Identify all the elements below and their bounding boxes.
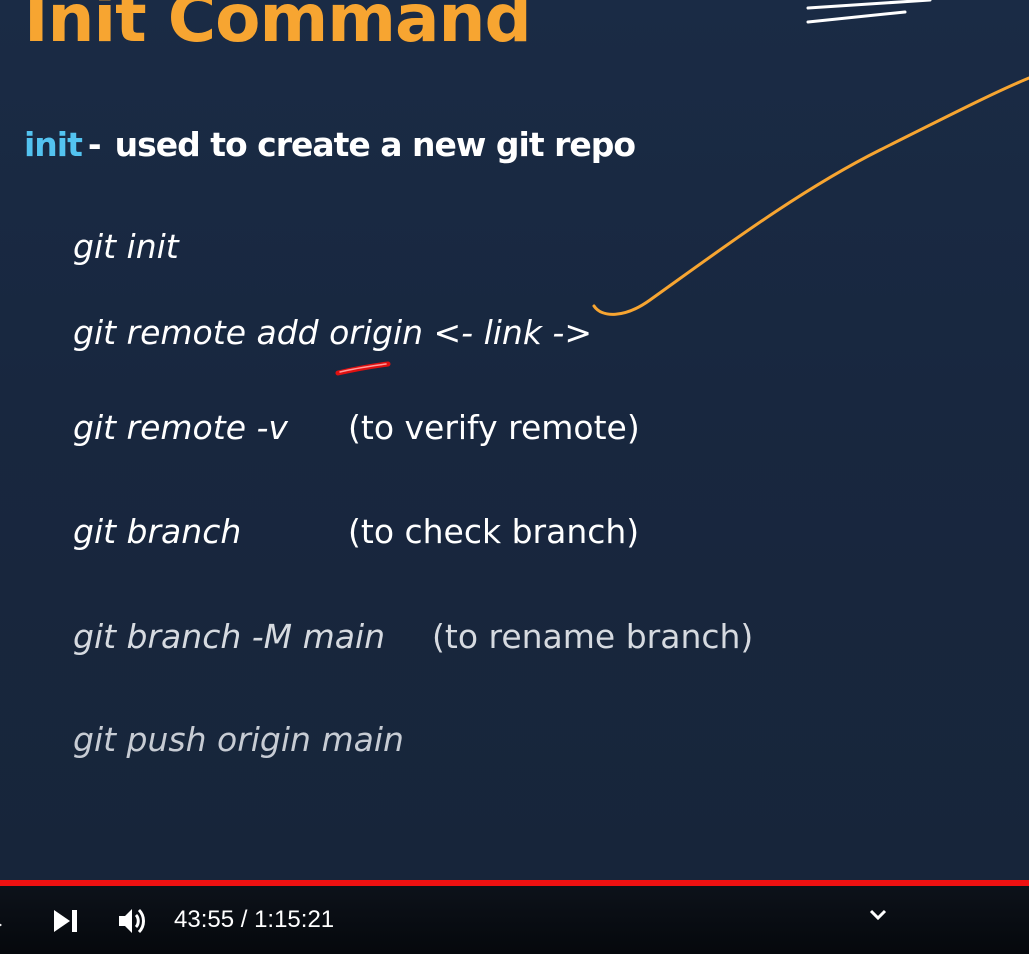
time-display: 43:55 / 1:15:21 — [174, 906, 335, 933]
white-scribble-annotation — [806, 0, 932, 24]
play-icon[interactable] — [0, 916, 2, 927]
orange-curve-annotation — [592, 76, 1029, 316]
pen-annotations — [335, 0, 1029, 376]
volume-icon[interactable] — [117, 906, 149, 936]
chevron-down-icon[interactable] — [868, 908, 888, 922]
video-frame[interactable]: Init Command init - used to create a new g… — [0, 0, 1029, 880]
player-controls: 43:55 / 1:15:21 — [0, 886, 1029, 954]
skip-next-icon[interactable] — [52, 908, 80, 934]
